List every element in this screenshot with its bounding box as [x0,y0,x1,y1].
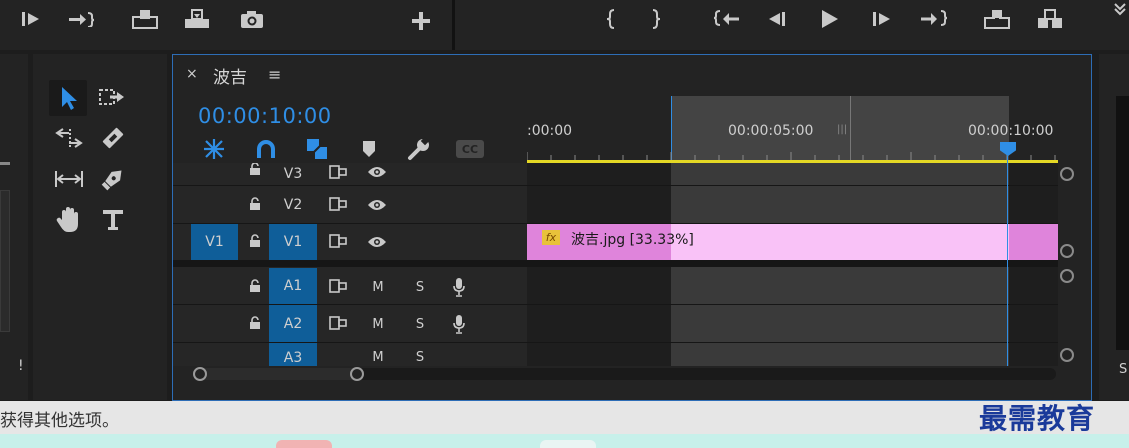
add-button-icon[interactable] [408,8,434,34]
track-label-v3[interactable]: V3 [270,163,316,185]
source-patch-v1[interactable]: V1 [191,224,238,260]
extract-icon[interactable] [1035,7,1065,31]
clip-label: 波吉.jpg [33.33%] [571,232,694,248]
audio-scroll-handle-bottom[interactable] [1060,348,1074,362]
horizontal-zoom-thumb[interactable] [196,368,360,380]
go-to-out-icon[interactable] [919,8,949,30]
play-icon[interactable] [816,7,842,31]
captions-icon[interactable]: CC [456,140,484,158]
panel-dots [0,162,10,165]
panel-scrollbar[interactable] [0,190,10,332]
add-marker-icon[interactable] [357,137,381,161]
video-scroll-handle-top[interactable] [1060,167,1074,181]
track-label-a1[interactable]: A1 [269,268,317,304]
meter-solo-label[interactable]: S [1119,362,1127,377]
insert-icon[interactable] [130,7,160,31]
settings-wrench-icon[interactable] [405,137,433,161]
slip-icon[interactable] [50,163,88,195]
lock-icon[interactable] [246,316,264,330]
mark-out-brace-icon[interactable] [647,6,667,32]
lift-icon[interactable] [982,7,1012,31]
audio-meter [1116,96,1129,350]
solo-button[interactable]: S [408,278,432,296]
go-to-in-icon[interactable] [712,8,742,30]
mark-in-brace-icon[interactable] [600,6,620,32]
panel-warning-mark: ! [18,358,24,374]
close-tab-button[interactable]: × [186,66,198,82]
track-label-a2[interactable]: A2 [269,305,317,342]
overwrite-icon[interactable] [182,7,212,31]
sync-lock-icon[interactable] [327,196,349,212]
track-select-forward-icon[interactable] [95,82,131,114]
microphone-icon[interactable] [449,313,469,335]
sync-lock-icon[interactable] [327,315,349,331]
type-icon[interactable] [95,203,131,237]
sync-lock-icon[interactable] [327,233,349,249]
status-text: 获得其他选项。 [0,411,119,431]
ruler-label-start: :00:00 [527,123,573,139]
step-forward-icon[interactable] [869,8,895,30]
more-chevron-icon[interactable] [1110,0,1129,18]
taskbar-item[interactable] [540,440,596,448]
zoom-handle-left[interactable] [193,367,207,381]
toolbar-divider [452,0,455,50]
lock-icon[interactable] [246,197,264,211]
sync-lock-icon[interactable] [327,164,349,180]
solo-button[interactable]: S [408,315,432,333]
playhead-line[interactable] [1007,156,1008,366]
panel-menu-icon[interactable]: ≡ [268,65,281,84]
pen-icon[interactable] [95,163,131,195]
ripple-edit-icon[interactable] [52,124,88,154]
sync-lock-icon[interactable] [327,278,349,294]
linked-selection-icon[interactable] [303,137,331,161]
mute-button[interactable]: M [366,315,390,333]
program-monitor-toolbar [0,0,1129,50]
ruler-grip-icon: ||| [837,124,848,135]
razor-icon[interactable] [95,122,131,154]
step-forward-to-out-icon[interactable] [68,8,94,30]
eye-icon[interactable] [366,164,388,180]
mute-button[interactable]: M [366,348,390,366]
ruler-ticks [527,152,1056,160]
video-scroll-handle-bottom[interactable] [1060,244,1074,258]
fx-badge[interactable]: fx [542,230,560,245]
solo-button[interactable]: S [408,348,432,366]
track-label-v1[interactable]: V1 [269,224,317,260]
track-label-v2[interactable]: V2 [270,186,316,223]
sequence-tab-title[interactable]: 波吉 [213,63,247,88]
status-bar [0,401,1129,435]
taskbar-item[interactable] [276,440,332,448]
lock-icon[interactable] [246,163,264,175]
snap-magnet-icon[interactable] [252,137,280,161]
audio-scroll-handle-top[interactable] [1060,269,1074,283]
selection-tool-icon[interactable] [49,80,87,116]
eye-icon[interactable] [366,234,388,250]
track-label-a3[interactable]: A3 [269,343,317,366]
export-frame-icon[interactable] [238,7,266,31]
clip-after-out-part [1009,224,1058,260]
video-audio-divider[interactable] [173,260,1058,267]
zoom-handle-right[interactable] [350,367,364,381]
lock-icon[interactable] [246,234,264,248]
mute-button[interactable]: M [366,278,390,296]
watermark-logo: 最需教育 [978,402,1095,435]
nest-toggle-icon[interactable] [200,137,228,161]
ruler-label-mid: 00:00:05:00 [728,123,814,139]
ruler-label-end: 00:00:10:00 [968,123,1054,139]
playhead-timecode[interactable]: 00:00:10:00 [198,104,332,128]
lock-icon[interactable] [246,279,264,293]
hand-icon[interactable] [50,203,88,237]
microphone-icon[interactable] [449,276,469,298]
mark-in-icon[interactable] [20,8,42,30]
step-back-icon[interactable] [764,8,790,30]
eye-icon[interactable] [366,197,388,213]
